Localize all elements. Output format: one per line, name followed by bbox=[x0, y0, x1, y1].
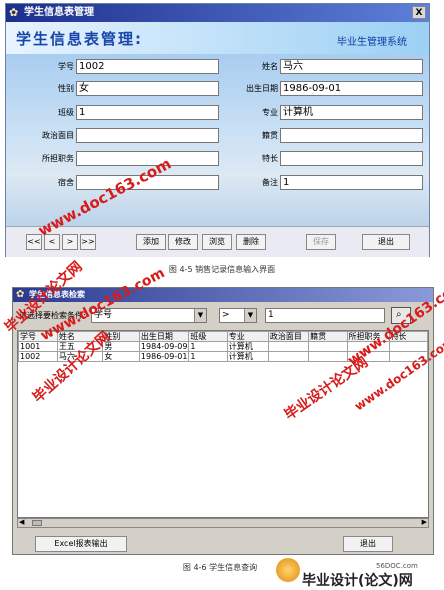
label-remarks: 备注 bbox=[262, 178, 278, 187]
label-political-status: 政治面目 bbox=[42, 131, 74, 140]
column-header[interactable]: 专业 bbox=[226, 331, 269, 342]
label-gender: 性别 bbox=[58, 84, 74, 93]
chevron-down-icon[interactable]: ▼ bbox=[194, 309, 206, 322]
last-record-button[interactable]: >> bbox=[80, 234, 96, 250]
native-place-field[interactable] bbox=[280, 128, 423, 143]
table-cell: 1002 bbox=[18, 351, 58, 362]
scroll-left-icon[interactable]: ◀ bbox=[19, 518, 24, 526]
footer-site: 56DOC.com bbox=[376, 562, 418, 570]
label-native-place: 籍贯 bbox=[262, 131, 278, 140]
table-cell: 计算机 bbox=[226, 351, 269, 362]
gender-field[interactable]: 女 bbox=[76, 81, 219, 96]
edit-button[interactable]: 修改 bbox=[168, 234, 198, 250]
column-header[interactable]: 政治面目 bbox=[267, 331, 310, 342]
save-button[interactable]: 保存 bbox=[306, 234, 336, 250]
scroll-thumb[interactable] bbox=[32, 520, 42, 526]
label-specialty: 特长 bbox=[262, 154, 278, 163]
table-cell: 1984-09-09 bbox=[138, 341, 190, 352]
excel-export-button[interactable]: Excel报表输出 bbox=[35, 536, 127, 552]
operator-select-value: > bbox=[222, 310, 230, 320]
horizontal-scrollbar[interactable]: ◀ ▶ bbox=[17, 518, 429, 528]
label-class: 班级 bbox=[58, 108, 74, 117]
table-cell: 计算机 bbox=[226, 341, 269, 352]
label-major: 专业 bbox=[262, 108, 278, 117]
political-status-field[interactable] bbox=[76, 128, 219, 143]
table-cell bbox=[308, 351, 348, 362]
column-header[interactable]: 出生日期 bbox=[138, 331, 190, 342]
label-dorm: 宿舍 bbox=[58, 178, 74, 187]
logo-icon bbox=[276, 558, 300, 582]
table-cell: 1 bbox=[188, 341, 228, 352]
first-record-button[interactable]: << bbox=[26, 234, 42, 250]
button-bar: << < > >> 添加 修改 浏览 删除 保存 退出 bbox=[6, 226, 429, 257]
table-cell bbox=[308, 341, 348, 352]
name-field[interactable]: 马六 bbox=[280, 59, 423, 74]
app-icon: ✿ bbox=[9, 6, 19, 19]
exit-button[interactable]: 退出 bbox=[362, 234, 410, 250]
form-area: 学号 1002 性别 女 班级 1 政治面目 所担职务 宿舍 姓名 马六 出生日… bbox=[6, 54, 429, 226]
major-field[interactable]: 计算机 bbox=[280, 105, 423, 120]
column-header[interactable]: 籍贯 bbox=[308, 331, 348, 342]
table-cell: 1001 bbox=[18, 341, 58, 352]
window-titlebar: ✿ 学生信息表管理 X bbox=[6, 4, 429, 22]
class-field[interactable]: 1 bbox=[76, 105, 219, 120]
label-student-id: 学号 bbox=[58, 62, 74, 71]
figure-caption-1: 图 4-5 销售记录信息输入界面 bbox=[168, 265, 276, 274]
table-cell bbox=[267, 341, 310, 352]
footer-brand: 毕业设计(论文)网 bbox=[302, 573, 413, 589]
close-button[interactable]: X bbox=[412, 6, 426, 19]
chevron-down-icon[interactable]: ▼ bbox=[244, 309, 256, 322]
search-value-input[interactable]: 1 bbox=[265, 308, 385, 323]
label-name: 姓名 bbox=[262, 62, 278, 71]
next-record-button[interactable]: > bbox=[62, 234, 78, 250]
browse-button[interactable]: 浏览 bbox=[202, 234, 232, 250]
label-birth-date: 出生日期 bbox=[246, 84, 278, 93]
operator-select[interactable]: > ▼ bbox=[219, 308, 257, 323]
banner-title: 学生信息表管理: bbox=[16, 30, 143, 48]
table-cell: 女 bbox=[102, 351, 140, 362]
app-icon: ✿ bbox=[16, 289, 25, 300]
birth-date-field[interactable]: 1986-09-01 bbox=[280, 81, 423, 96]
table-cell: 1986-09-01 bbox=[138, 351, 190, 362]
column-header[interactable]: 班级 bbox=[188, 331, 228, 342]
student-id-field[interactable]: 1002 bbox=[76, 59, 219, 74]
window-title: 学生信息表管理 bbox=[24, 7, 94, 18]
label-position: 所担职务 bbox=[42, 154, 74, 163]
header-banner: 学生信息表管理: 毕业生管理系统 bbox=[6, 22, 429, 54]
remarks-field[interactable]: 1 bbox=[280, 175, 423, 190]
exit-button[interactable]: 退出 bbox=[343, 536, 393, 552]
delete-button[interactable]: 删除 bbox=[236, 234, 266, 250]
banner-subtitle: 毕业生管理系统 bbox=[337, 37, 407, 48]
table-cell: 1 bbox=[188, 351, 228, 362]
scroll-right-icon[interactable]: ▶ bbox=[422, 518, 427, 526]
add-button[interactable]: 添加 bbox=[136, 234, 166, 250]
window-titlebar: ✿ 学生信息表检索 bbox=[13, 288, 433, 302]
table-cell bbox=[267, 351, 310, 362]
table-cell bbox=[388, 341, 429, 352]
specialty-field[interactable] bbox=[280, 151, 423, 166]
